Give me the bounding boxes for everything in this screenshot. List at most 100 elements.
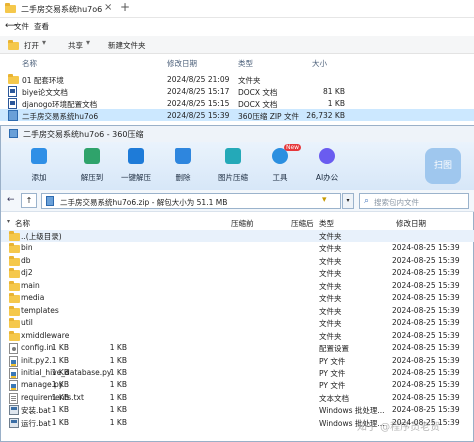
file-type: 360压缩 ZIP 文件 xyxy=(238,112,299,121)
extract-to-button[interactable]: 解压到 xyxy=(74,146,110,188)
open-icon xyxy=(8,40,19,50)
tool-label: 图片压缩 xyxy=(218,173,248,182)
explorer-column-header: 名称 修改日期 类型 大小 xyxy=(0,56,474,68)
file-row-selected[interactable]: 二手房交易系统hu7o6 2024/8/25 15:39 360压缩 ZIP 文… xyxy=(0,109,474,121)
back-icon[interactable]: ← xyxy=(7,195,15,205)
zip-icon xyxy=(46,196,54,206)
bat-icon xyxy=(9,417,19,428)
packed-size: 1 KB xyxy=(109,343,127,353)
modified-date: 2024-08-25 15:39 xyxy=(392,243,460,253)
new-badge: New xyxy=(284,144,302,151)
folder-icon xyxy=(9,305,20,316)
compressed-size: 1 KB xyxy=(51,392,69,402)
ai-office-button[interactable]: AI办公 xyxy=(309,146,345,188)
search-box[interactable]: ⌕ 搜索包内文件 xyxy=(359,193,469,209)
one-click-extract-button[interactable]: 一键解压 xyxy=(118,146,154,188)
chevron-down-icon[interactable]: ▾ xyxy=(322,195,327,205)
close-tab-icon[interactable]: × xyxy=(104,2,112,13)
list-item[interactable]: config.ini 1 KB 1 KB 配置设置 2024-08-25 15:39 xyxy=(1,342,474,355)
col-size[interactable]: 大小 xyxy=(312,58,327,69)
file-type: Windows 批处理... xyxy=(319,406,385,416)
tool-label: AI办公 xyxy=(315,173,339,182)
packed-size: 1 KB xyxy=(109,367,127,377)
dropdown-arrow[interactable]: ▾ xyxy=(342,193,354,209)
bat-icon xyxy=(9,405,19,416)
add-button[interactable]: 添加 xyxy=(21,146,57,188)
file-type: 文件夹 xyxy=(319,244,342,254)
modified-date: 2024-08-25 15:39 xyxy=(392,367,460,377)
folder-icon xyxy=(9,293,20,304)
modified-date: 2024-08-25 15:39 xyxy=(392,255,460,265)
col-modified[interactable]: 修改日期 xyxy=(396,218,426,229)
file-type: 文件夹 xyxy=(319,256,342,266)
packed-size: 1 KB xyxy=(109,355,127,365)
zip-column-header: ▾ 名称 压缩前 压缩后 类型 修改日期 xyxy=(1,216,474,229)
new-tab-icon[interactable]: + xyxy=(120,0,130,14)
open-button[interactable]: 打开 xyxy=(24,40,39,51)
col-packed[interactable]: 压缩后 xyxy=(291,218,314,229)
file-row[interactable]: djanogo环境配置文档 2024/8/25 15:15 DOCX 文档 1 … xyxy=(0,97,474,109)
packed-size: 1 KB xyxy=(109,417,127,427)
packed-size: 1 KB xyxy=(109,405,127,415)
chevron-down-icon[interactable]: ▾ xyxy=(86,38,90,47)
file-name: init.py xyxy=(21,355,45,365)
search-placeholder: 搜索包内文件 xyxy=(374,198,419,207)
list-item[interactable]: init.py 2.1 KB 1 KB PY 文件 2024-08-25 15:39 xyxy=(1,355,474,367)
packed-size: 1 KB xyxy=(109,380,127,390)
menu-file[interactable]: 文件 xyxy=(14,21,29,32)
explorer-title: 二手房交易系统hu7o6 xyxy=(21,5,103,14)
tools-button[interactable]: New 工具 xyxy=(262,144,302,188)
new-folder-button[interactable]: 新建文件夹 xyxy=(108,40,146,51)
list-item[interactable]: manage.py 1 KB 1 KB PY 文件 2024-08-25 15:39 xyxy=(1,379,474,392)
folder-icon xyxy=(9,255,20,266)
compressed-size: 2.1 KB xyxy=(44,355,69,365)
share-button[interactable]: 共享 xyxy=(68,40,83,51)
col-modified[interactable]: 修改日期 xyxy=(167,58,197,69)
up-button[interactable]: ↑ xyxy=(21,193,37,208)
list-item[interactable]: dj2 文件夹 2024-08-25 15:39 xyxy=(1,267,474,279)
file-type: 文本文档 xyxy=(319,393,349,403)
list-item[interactable]: templates 文件夹 2024-08-25 15:39 xyxy=(1,305,474,317)
file-modified: 2024/8/25 15:15 xyxy=(167,99,230,108)
menu-view[interactable]: 查看 xyxy=(34,21,49,32)
tool-label: 删除 xyxy=(175,173,191,182)
col-type[interactable]: 类型 xyxy=(238,58,253,69)
compressed-size: 1 KB xyxy=(51,380,69,390)
docx-icon xyxy=(8,98,17,109)
list-item[interactable]: main 文件夹 2024-08-25 15:39 xyxy=(1,280,474,292)
list-item[interactable]: initial_hive_database.py 1 KB 1 KB PY 文件 202… xyxy=(1,367,474,379)
list-item[interactable]: xmiddleware 文件夹 2024-08-25 15:39 xyxy=(1,330,474,342)
delete-button[interactable]: 删除 xyxy=(165,146,201,188)
file-type: 文件夹 xyxy=(319,294,342,304)
col-name[interactable]: 名称 xyxy=(22,58,37,69)
file-name: bin xyxy=(21,243,33,253)
ini-icon xyxy=(9,343,18,355)
address-field[interactable]: 二手房交易系统hu7o6.zip - 解包大小为 51.1 MB ▾ xyxy=(41,193,341,209)
py-icon xyxy=(9,367,18,379)
file-row[interactable]: 01 配套环境 2024/8/25 21:09 文件夹 xyxy=(0,73,474,85)
list-item[interactable]: 安装.bat 1 KB 1 KB Windows 批处理... 2024-08-25 1… xyxy=(1,404,474,416)
brand-logo: 扫图 xyxy=(425,148,461,184)
image-compress-button[interactable]: 图片压缩 xyxy=(215,146,251,188)
compressed-size: 1 KB xyxy=(51,417,69,427)
parent-directory-row[interactable]: ..(上级目录) 文件夹 xyxy=(1,230,474,243)
col-name[interactable]: 名称 xyxy=(15,218,30,229)
zip-app-icon xyxy=(9,129,18,138)
list-item[interactable]: bin 文件夹 2024-08-25 15:39 xyxy=(1,242,474,254)
file-type: 文件夹 xyxy=(319,331,342,341)
col-compressed[interactable]: 压缩前 xyxy=(231,218,254,229)
col-type[interactable]: 类型 xyxy=(319,218,334,229)
py-icon xyxy=(9,355,18,367)
compressed-size: 1 KB xyxy=(51,367,69,377)
file-type: PY 文件 xyxy=(319,356,346,366)
list-item[interactable]: requirements.txt 1 KB 1 KB 文本文档 2024-08-25 1… xyxy=(1,392,474,404)
list-item[interactable]: db 文件夹 2024-08-25 15:39 xyxy=(1,255,474,267)
list-item[interactable]: util 文件夹 2024-08-25 15:39 xyxy=(1,317,474,329)
chevron-down-icon[interactable]: ▾ xyxy=(42,38,46,47)
file-name: 运行.bat xyxy=(21,418,51,428)
file-modified: 2024/8/25 15:39 xyxy=(167,111,230,120)
file-row[interactable]: biye论文文档 2024/8/25 15:17 DOCX 文档 81 KB xyxy=(0,85,474,97)
packed-size: 1 KB xyxy=(109,392,127,402)
list-item[interactable]: media 文件夹 2024-08-25 15:39 xyxy=(1,292,474,304)
file-modified: 2024/8/25 21:09 xyxy=(167,75,230,84)
